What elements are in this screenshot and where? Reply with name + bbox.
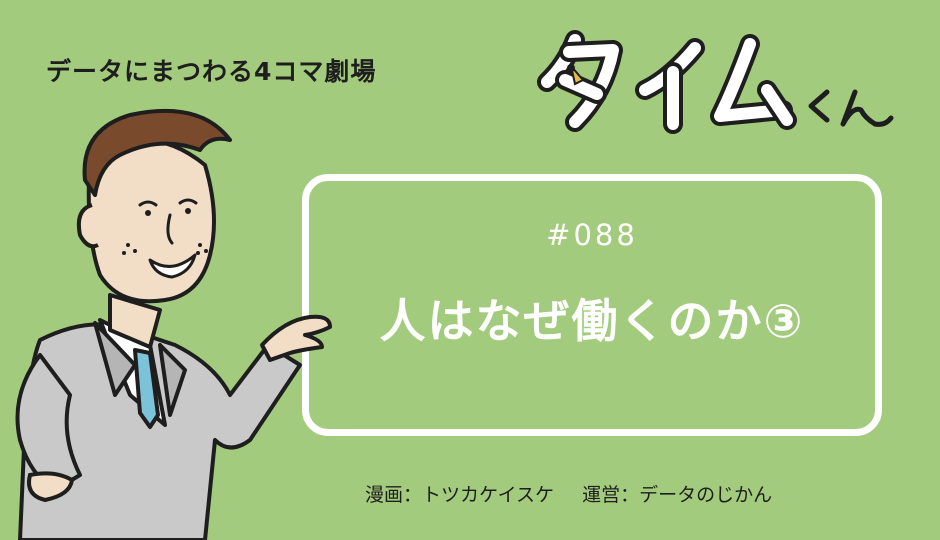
episode-title: 人はなぜ働くのか③ xyxy=(379,294,805,348)
series-logo xyxy=(535,20,915,140)
credit-operation: 運営：データのじかん xyxy=(582,484,773,506)
tagline: データにまつわる4コマ劇場 xyxy=(46,57,377,86)
businessman-illustration xyxy=(15,108,332,540)
episode-card: #088 人はなぜ働くのか③ xyxy=(302,174,882,436)
credit-illustration: 漫画：トツカケイスケ xyxy=(365,484,555,506)
banner: データにまつわる4コマ劇場 #088 人はなぜ働くのか③ 漫画：トツカケイスケ … xyxy=(0,0,940,540)
character-illustration xyxy=(0,95,340,540)
credits: 漫画：トツカケイスケ 運営：データのじかん xyxy=(365,480,794,507)
logo-lettering xyxy=(537,30,894,134)
episode-number: #088 xyxy=(546,218,638,252)
